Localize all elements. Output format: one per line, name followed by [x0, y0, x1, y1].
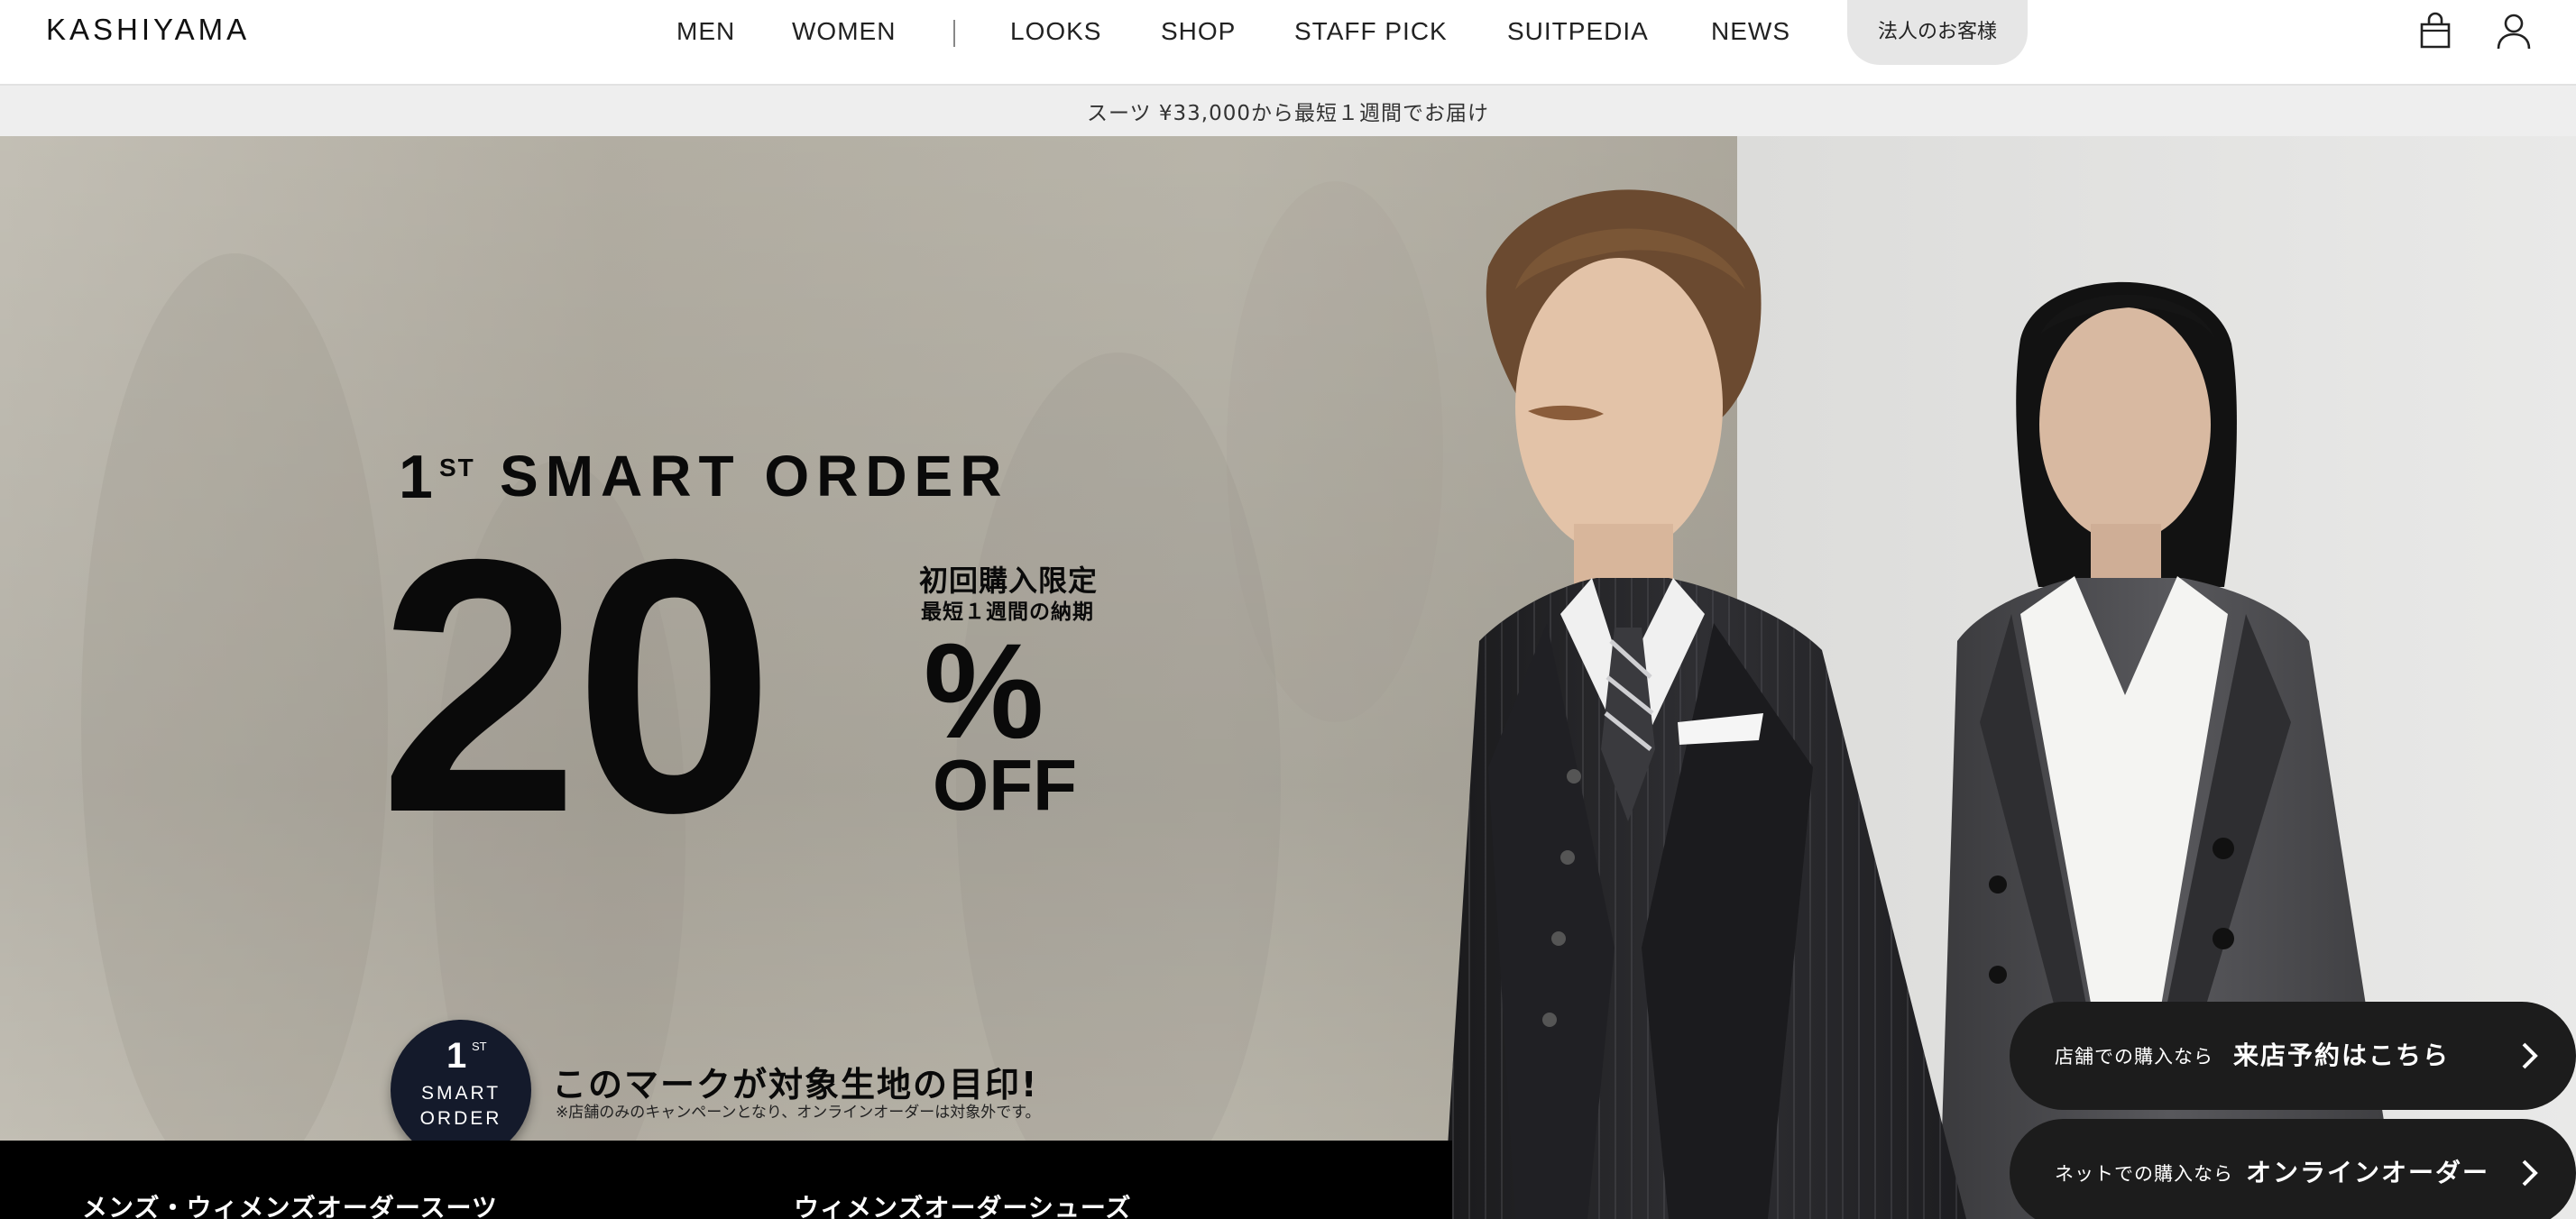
chevron-right-icon [2522, 1159, 2538, 1187]
badge-suffix: ST [472, 1040, 487, 1053]
online-order-button[interactable]: ネットでの購入なら オンラインオーダー [2010, 1119, 2576, 1219]
badge-line-smart: SMART [420, 1083, 501, 1104]
nav-divider [953, 20, 955, 47]
corporate-button-label: 法人のお客様 [1877, 21, 1997, 43]
mark-note: ※店舗のみのキャンペーンとなり、オンラインオーダーは対象外です。 [556, 1104, 1041, 1122]
store-reservation-button[interactable]: 店舗での購入なら 来店予約はこちら [2010, 1002, 2576, 1110]
announcement-text: スーツ ¥33,000から最短１週間でお届け [1087, 102, 1489, 125]
brand-logo[interactable]: KASHIYAMA [46, 13, 250, 47]
promo-discount-number: 20 [379, 484, 775, 887]
badge-line-order: ORDER [419, 1108, 502, 1129]
nav-suitpedia[interactable]: SUITPEDIA [1507, 17, 1649, 46]
promo-percent-sign: % [924, 615, 1044, 766]
cta-online-small-label: ネットでの購入なら [2055, 1163, 2233, 1185]
cta-store-main-label: 来店予約はこちら [2233, 1040, 2451, 1070]
corporate-customers-button[interactable]: 法人のお客様 [1847, 0, 2028, 65]
smart-order-badge: 1 ST SMART ORDER [391, 1020, 531, 1160]
nav-men[interactable]: MEN [676, 17, 735, 46]
nav-women[interactable]: WOMEN [792, 17, 896, 46]
cart-icon[interactable] [2414, 9, 2457, 52]
nav-news[interactable]: NEWS [1711, 17, 1790, 46]
category-link-order-suits[interactable]: メンズ・ウィメンズオーダースーツ [82, 1188, 498, 1219]
chevron-right-icon [2522, 1042, 2538, 1069]
user-icon[interactable] [2492, 9, 2535, 52]
promo-off-label: OFF [933, 745, 1077, 825]
nav-looks[interactable]: LOOKS [1010, 17, 1101, 46]
promo-ordinal-suffix: ST [439, 454, 475, 481]
site-header: KASHIYAMA MEN WOMEN LOOKS SHOP STAFF PIC… [0, 0, 2576, 86]
badge-number: 1 [446, 1036, 467, 1076]
announcement-bar: スーツ ¥33,000から最短１週間でお届け [0, 86, 2576, 136]
cta-store-small-label: 店舗での購入なら [2055, 1046, 2213, 1068]
nav-staff-pick[interactable]: STAFF PICK [1294, 17, 1448, 46]
category-link-order-shoes[interactable]: ウィメンズオーダーシューズ [794, 1188, 1131, 1219]
hero-banner[interactable]: 1 ST SMART ORDER 20 初回購入限定 最短１週間の納期 % OF… [0, 136, 2576, 1219]
nav-shop[interactable]: SHOP [1161, 17, 1236, 46]
cta-online-main-label: オンラインオーダー [2246, 1158, 2490, 1187]
